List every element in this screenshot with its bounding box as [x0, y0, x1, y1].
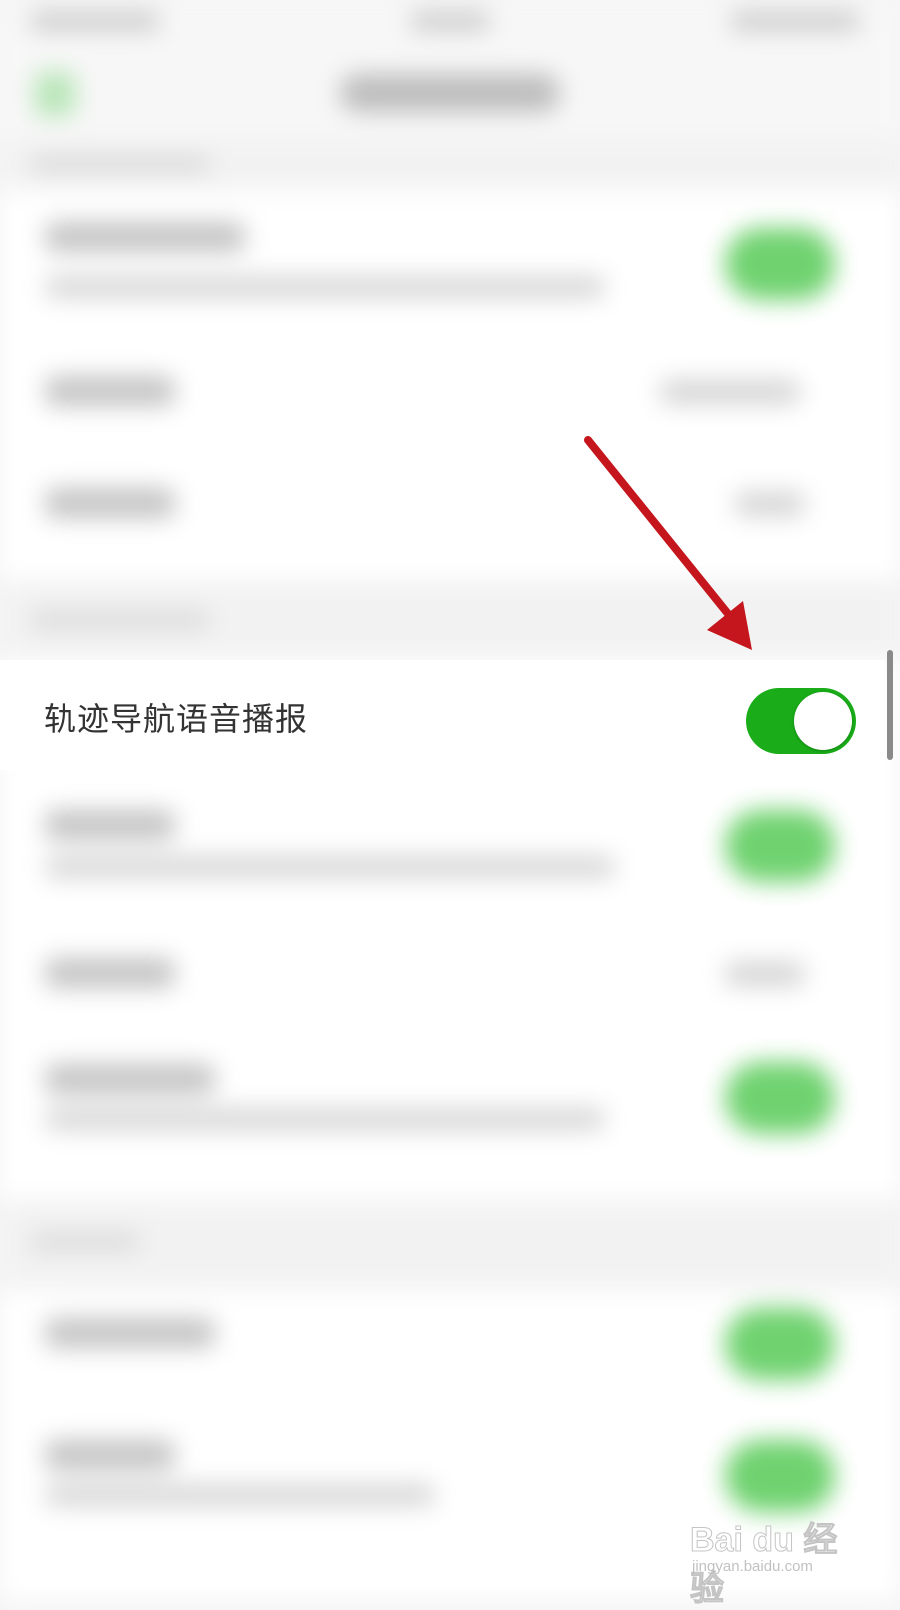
back-icon — [35, 72, 75, 116]
track-navigation-voice-row[interactable]: 轨迹导航语音播报 — [0, 660, 885, 770]
page-title — [340, 74, 560, 112]
watermark-site: jingyan.baidu.com — [692, 1558, 813, 1575]
voice-broadcast-toggle[interactable] — [746, 688, 856, 754]
section-header — [0, 1200, 900, 1290]
section-header — [0, 580, 900, 660]
blurred-background — [0, 0, 900, 1600]
toggle-knob — [794, 692, 852, 750]
settings-group — [0, 190, 900, 580]
status-bar — [0, 0, 900, 50]
scrollbar[interactable] — [887, 650, 893, 760]
section-header — [0, 140, 900, 190]
setting-label: 轨迹导航语音播报 — [44, 700, 309, 738]
baidu-watermark: Bai du 经验 jingyan.baidu.com — [688, 1500, 858, 1609]
nav-bar — [0, 50, 900, 140]
